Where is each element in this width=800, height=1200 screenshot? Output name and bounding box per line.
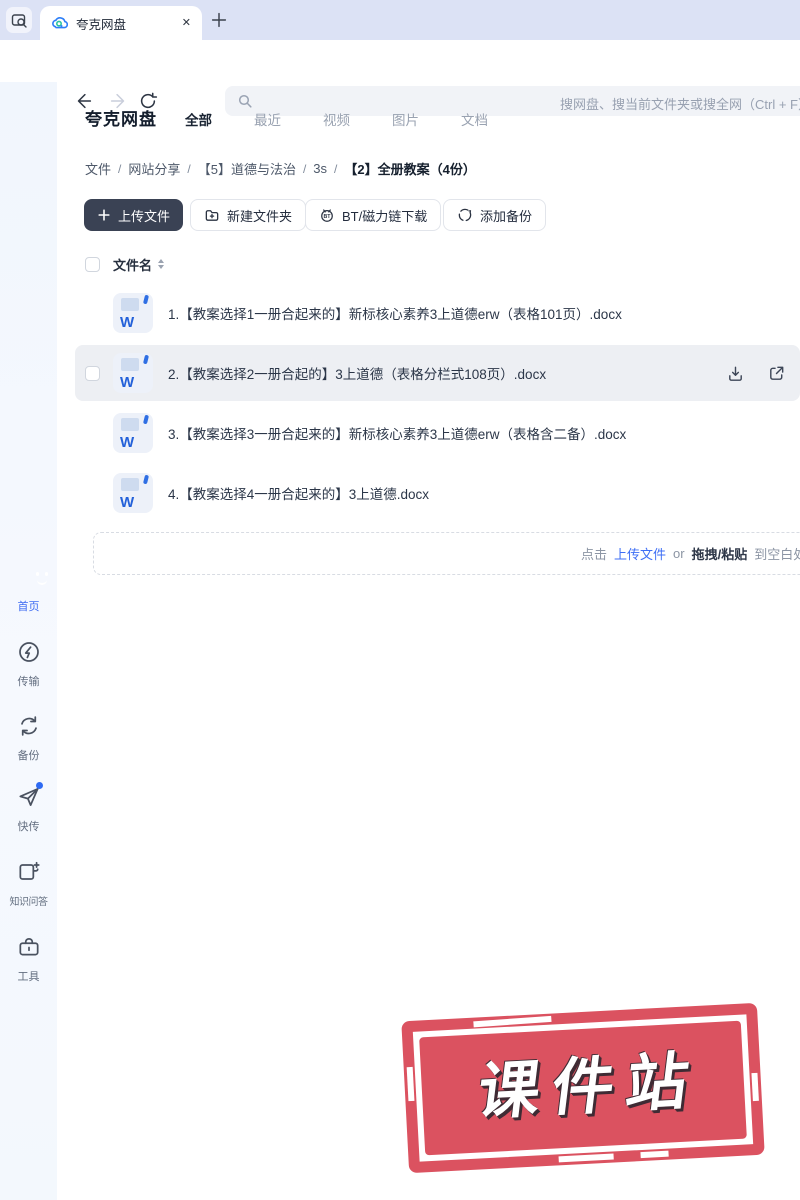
view-tab-3[interactable]: 视频 — [323, 109, 350, 129]
file-name-column-header: 文件名 — [113, 257, 153, 273]
word-doc-icon: W — [113, 353, 153, 393]
knowledge-icon — [16, 859, 42, 885]
quick-send-icon — [16, 782, 43, 810]
breadcrumb-separator: / — [187, 161, 191, 176]
view-tab-2[interactable]: 最近 — [254, 109, 281, 129]
view-tab-1[interactable]: 全部 — [185, 109, 212, 129]
file-name[interactable]: 1.【教案选择1一册合起来的】新标核心素养3上道德erw（表格101页）.doc… — [168, 303, 622, 323]
browser-tab-bar: 夸克网盘 ✕ — [0, 0, 800, 40]
select-all-checkbox[interactable] — [85, 256, 100, 272]
stamp-text: 课件站 — [473, 1046, 705, 1128]
sidebar-item-6[interactable]: 工具 — [0, 934, 57, 984]
sidebar-item-2[interactable]: 传输 — [0, 639, 57, 689]
add-backup-button[interactable]: 添加备份 — [443, 199, 547, 231]
word-icon-letter: W — [120, 314, 135, 331]
upload-file-button[interactable]: 上传文件 — [84, 199, 184, 231]
file-name[interactable]: 2.【教案选择2一册合起的】3上道德（表格分栏式108页）.docx — [168, 363, 546, 383]
hint-suffix: 到空白处 — [754, 547, 800, 562]
file-row-actions — [726, 345, 786, 401]
stamp-inner: 课件站 — [419, 1020, 747, 1156]
view-tab-4[interactable]: 图片 — [392, 109, 419, 129]
breadcrumb-separator: / — [334, 161, 338, 176]
sort-desc-triangle — [158, 265, 165, 269]
browser-toolbar: 搜网盘、搜当前文件夹或搜全网（Ctrl + F） — [0, 40, 800, 116]
breadcrumb-item-4[interactable]: 3s — [313, 161, 327, 176]
plus-icon — [209, 10, 229, 30]
search-placeholder: 搜网盘、搜当前文件夹或搜全网（Ctrl + F） — [560, 97, 800, 112]
sidebar-item-4[interactable]: 快传 — [0, 782, 57, 834]
word-doc-icon: W — [113, 413, 153, 453]
breadcrumb-separator: / — [302, 161, 307, 176]
download-icon[interactable] — [726, 364, 745, 383]
file-row[interactable]: W 1.【教案选择1一册合起来的】新标核心素养3上道德erw（表格101页）.d… — [75, 285, 800, 341]
word-icon-letter: W — [120, 374, 135, 391]
breadcrumb-item-5: 【2】全册教案（4份） — [344, 162, 476, 177]
breadcrumb-item-2[interactable]: 网站分享 — [128, 159, 180, 178]
breadcrumb-separator: / — [118, 161, 122, 176]
sidebar-item-label: 首页 — [17, 601, 40, 613]
backup-icon — [16, 713, 42, 739]
tools-icon — [16, 934, 42, 960]
upload-file-label: 上传文件 — [118, 208, 171, 224]
upload-dropzone[interactable]: 点击 上传文件 or 拖拽/粘贴 到空白处 — [93, 532, 800, 575]
page-title: 夸克网盘 — [85, 110, 157, 129]
transfer-icon — [16, 639, 42, 665]
bt-magnet-download-button[interactable]: BT BT/磁力链下载 — [305, 199, 442, 231]
breadcrumb-item-1[interactable]: 文件 — [85, 159, 111, 178]
sidebar: 首页 传输 备份 快传 知识问答 工具 — [0, 82, 57, 1200]
sidebar-item-label: 传输 — [17, 676, 40, 688]
hint-prefix: 点击 — [581, 547, 608, 562]
file-name[interactable]: 4.【教案选择4一册合起来的】3上道德.docx — [168, 483, 429, 503]
file-row[interactable]: W 4.【教案选择4一册合起来的】3上道德.docx — [75, 465, 800, 521]
tab-search-button[interactable] — [6, 7, 32, 33]
sidebar-item-1[interactable]: 首页 — [0, 564, 57, 614]
tab-search-icon — [11, 12, 28, 29]
view-tabs: 全部 最近 视频 图片 文档 — [185, 109, 488, 129]
sidebar-item-label: 工具 — [17, 971, 40, 983]
home-icon — [16, 564, 48, 590]
breadcrumb-item-3[interactable]: 【5】道德与法治 — [198, 159, 296, 178]
notification-badge — [35, 782, 43, 789]
hint-drag-paste: 拖拽/粘贴 — [691, 547, 748, 562]
hint-or: or — [673, 546, 685, 561]
open-external-icon[interactable] — [767, 364, 786, 383]
sidebar-item-5[interactable]: 知识问答 — [0, 859, 57, 908]
upload-hint-text: 点击 上传文件 or 拖拽/粘贴 到空白处 — [581, 533, 800, 574]
quark-drive-window: 夸克网盘 ✕ 搜网盘、搜当前文件夹或搜全网（Ctrl + F） 首页 传输 备份… — [0, 0, 800, 1200]
breadcrumb: 文件 / 网站分享 / 【5】道德与法治 / 3s / 【2】全册教案（4份） — [85, 159, 476, 178]
view-tab-5[interactable]: 文档 — [461, 109, 488, 129]
bt-magnet-label: BT/磁力链下载 — [342, 208, 428, 224]
sidebar-item-label: 知识问答 — [9, 897, 49, 908]
sort-asc-triangle — [158, 259, 165, 263]
new-tab-button[interactable] — [207, 8, 231, 32]
file-checkbox[interactable] — [85, 365, 100, 381]
plus-icon — [97, 208, 111, 222]
file-row[interactable]: W 3.【教案选择3一册合起来的】新标核心素养3上道德erw（表格含二备）.do… — [75, 405, 800, 461]
sidebar-item-label: 备份 — [17, 750, 40, 762]
word-icon-letter: W — [120, 494, 135, 511]
quark-logo-icon — [51, 15, 68, 32]
tab-title: 夸克网盘 — [76, 17, 127, 32]
sidebar-item-3[interactable]: 备份 — [0, 713, 57, 763]
kejianzhan-stamp-watermark: 课件站 — [401, 1002, 765, 1174]
word-doc-icon: W — [113, 293, 153, 333]
new-folder-label: 新建文件夹 — [227, 208, 293, 224]
backup-circle-icon — [457, 207, 473, 223]
word-doc-icon: W — [113, 473, 153, 513]
svg-text:BT: BT — [323, 214, 331, 220]
browser-tab-active[interactable]: 夸克网盘 ✕ — [40, 6, 202, 40]
bt-magnet-icon: BT — [319, 207, 335, 223]
file-name[interactable]: 3.【教案选择3一册合起来的】新标核心素养3上道德erw（表格含二备）.docx — [168, 423, 626, 443]
file-row[interactable]: W 2.【教案选择2一册合起的】3上道德（表格分栏式108页）.docx — [75, 345, 800, 401]
folder-plus-icon — [204, 207, 220, 223]
sidebar-item-label: 快传 — [17, 821, 40, 833]
sort-icon[interactable] — [158, 259, 165, 269]
upload-file-link[interactable]: 上传文件 — [614, 544, 666, 563]
word-icon-letter: W — [120, 434, 135, 451]
add-backup-label: 添加备份 — [480, 208, 533, 224]
search-icon — [237, 93, 253, 109]
tab-close-icon[interactable]: ✕ — [182, 17, 191, 29]
file-list-header: 文件名 — [75, 249, 800, 279]
new-folder-button[interactable]: 新建文件夹 — [190, 199, 307, 231]
